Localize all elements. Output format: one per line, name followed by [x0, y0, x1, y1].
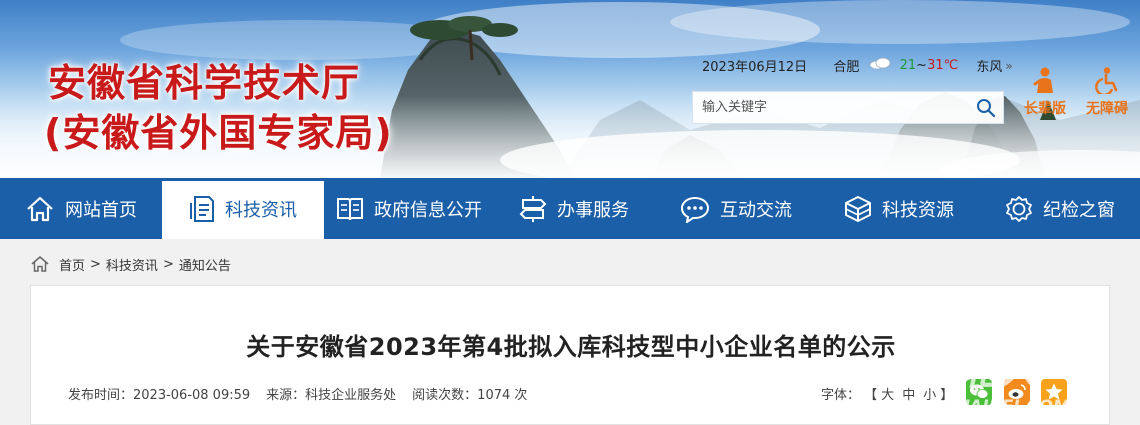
- article-meta: 发布时间：2023-06-08 09:59 来源：科技企业服务处 阅读次数：10…: [68, 384, 543, 403]
- font-size-small[interactable]: 小: [923, 388, 936, 403]
- chat-icon: [680, 196, 710, 223]
- nav-item-resources[interactable]: 科技资源: [818, 178, 980, 239]
- article-title: 关于安徽省2023年第4批拟入库科技型中小企业名单的公示: [246, 333, 896, 361]
- publish-time: 发布时间：2023-06-08 09:59: [68, 388, 251, 403]
- font-size-large[interactable]: 大: [881, 388, 894, 403]
- temp-low: 21: [899, 58, 917, 73]
- search-input[interactable]: [693, 92, 969, 123]
- nav-item-tech-news[interactable]: 科技资讯: [162, 178, 324, 239]
- top-info-bar: 2023年06月12日 合肥 21~31℃ 东风»: [702, 56, 1013, 75]
- wechat-share-button[interactable]: [966, 379, 992, 405]
- nav-item-label: 网站首页: [65, 199, 137, 221]
- elder-mode-label: 长辈版: [1024, 101, 1066, 117]
- search-box: [692, 91, 1004, 124]
- nav-item-label: 政府信息公开: [374, 199, 482, 221]
- main-nav: 网站首页 科技资讯 政府信息公开 办事服务 互动交流 科技资源 纪检之窗: [0, 178, 1140, 239]
- view-count: 阅读次数：1074 次: [412, 388, 528, 403]
- nav-item-label: 办事服务: [557, 199, 629, 221]
- temp-high: 31℃: [927, 58, 959, 73]
- breadcrumb-notices[interactable]: 通知公告: [179, 255, 231, 274]
- accessibility-label: 无障碍: [1086, 101, 1128, 117]
- nav-item-services[interactable]: 办事服务: [494, 178, 654, 239]
- site-title: 安徽省科学技术厅 (安徽省外国专家局): [44, 58, 393, 158]
- cube-icon: [845, 195, 871, 222]
- badge-icon: [1006, 195, 1032, 222]
- breadcrumb-home[interactable]: 首页: [59, 255, 85, 274]
- accessibility-button[interactable]: 无障碍: [1086, 66, 1128, 118]
- font-size-label: 字体：: [821, 388, 861, 403]
- temp-separator: ~: [916, 58, 928, 73]
- accessibility-icon: [1095, 67, 1118, 94]
- wind-more-arrow[interactable]: »: [1005, 59, 1012, 73]
- article-source: 来源：科技企业服务处: [266, 388, 397, 403]
- qzone-share-button[interactable]: [1041, 379, 1067, 405]
- document-icon: [190, 195, 214, 222]
- breadcrumb-tech-news[interactable]: 科技资讯: [106, 255, 158, 274]
- nav-item-label: 科技资讯: [225, 199, 297, 221]
- home-icon: [27, 196, 53, 221]
- weather-city: 合肥: [833, 60, 860, 75]
- qzone-share-icon: [1045, 383, 1063, 400]
- site-title-sub: (安徽省外国专家局): [44, 111, 393, 155]
- search-icon: [977, 98, 996, 117]
- elder-mode-button[interactable]: 长辈版: [1024, 66, 1066, 118]
- weibo-share-icon: [1008, 384, 1026, 399]
- font-size-medium[interactable]: 中: [902, 388, 915, 403]
- breadcrumb: 首页 > 科技资讯 > 通知公告: [30, 254, 231, 274]
- elder-icon: [1033, 67, 1053, 93]
- font-size-switcher: 字体： 【大中小】: [821, 384, 953, 403]
- current-date: 2023年06月12日: [702, 60, 808, 75]
- nav-item-gov-info[interactable]: 政府信息公开: [324, 178, 494, 239]
- search-button[interactable]: [969, 92, 1003, 123]
- wechat-share-icon: [970, 384, 989, 399]
- home-icon: [31, 256, 49, 272]
- site-title-main: 安徽省科学技术厅: [48, 61, 361, 105]
- book-icon: [337, 197, 363, 220]
- wind-direction: 东风: [976, 60, 1003, 75]
- signpost-icon: [519, 195, 547, 222]
- breadcrumb-separator: >: [90, 256, 101, 272]
- nav-item-label: 互动交流: [720, 199, 792, 221]
- font-bracket-open: 【: [864, 388, 878, 403]
- cloud-icon: [870, 57, 891, 70]
- font-bracket-close: 】: [940, 388, 954, 403]
- header-banner: 安徽省科学技术厅 (安徽省外国专家局) 2023年06月12日 合肥 21~31…: [0, 0, 1140, 178]
- nav-item-home[interactable]: 网站首页: [0, 178, 162, 239]
- weibo-share-button[interactable]: [1004, 379, 1030, 405]
- nav-item-discipline[interactable]: 纪检之窗: [980, 178, 1140, 239]
- breadcrumb-separator: >: [162, 256, 174, 272]
- article-panel: 关于安徽省2023年第4批拟入库科技型中小企业名单的公示 发布时间：2023-0…: [30, 285, 1110, 425]
- nav-item-label: 科技资源: [882, 199, 954, 221]
- nav-item-interaction[interactable]: 互动交流: [654, 178, 818, 239]
- nav-item-label: 纪检之窗: [1043, 199, 1115, 221]
